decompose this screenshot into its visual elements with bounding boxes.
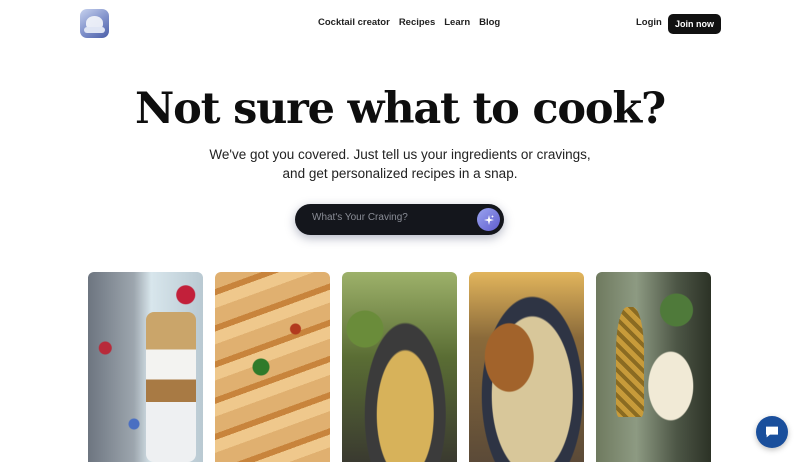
craving-search-bar xyxy=(295,204,504,235)
recipe-card-parfait[interactable] xyxy=(88,272,203,462)
join-now-button[interactable]: Join now xyxy=(668,14,721,34)
login-link[interactable]: Login xyxy=(636,17,662,28)
main-menu: Cocktail creator Recipes Learn Blog xyxy=(318,17,500,28)
hero-subtitle-line-1: We've got you covered. Just tell us your… xyxy=(209,147,591,162)
nav-recipes[interactable]: Recipes xyxy=(399,17,435,28)
recipe-gallery xyxy=(88,272,711,462)
recipe-card-chicken-pasta[interactable] xyxy=(469,272,584,462)
hero-subtitle: We've got you covered. Just tell us your… xyxy=(0,145,800,183)
nav-blog[interactable]: Blog xyxy=(479,17,500,28)
recipe-card-pina-colada[interactable] xyxy=(596,272,711,462)
app-logo[interactable] xyxy=(80,9,109,38)
recipe-card-skillet[interactable] xyxy=(342,272,457,462)
top-navbar: Cocktail creator Recipes Learn Blog Logi… xyxy=(0,0,800,46)
hero-subtitle-line-2: and get personalized recipes in a snap. xyxy=(282,166,518,181)
craving-search-input[interactable] xyxy=(312,212,472,223)
nav-learn[interactable]: Learn xyxy=(444,17,470,28)
sparkle-glyph xyxy=(483,214,494,225)
chat-bubble-icon[interactable] xyxy=(756,416,788,448)
chat-glyph xyxy=(766,426,778,438)
hero-title: Not sure what to cook? xyxy=(135,84,666,134)
nav-cocktail-creator[interactable]: Cocktail creator xyxy=(318,17,390,28)
sparkle-icon[interactable] xyxy=(477,208,500,231)
recipe-card-enchiladas[interactable] xyxy=(215,272,330,462)
